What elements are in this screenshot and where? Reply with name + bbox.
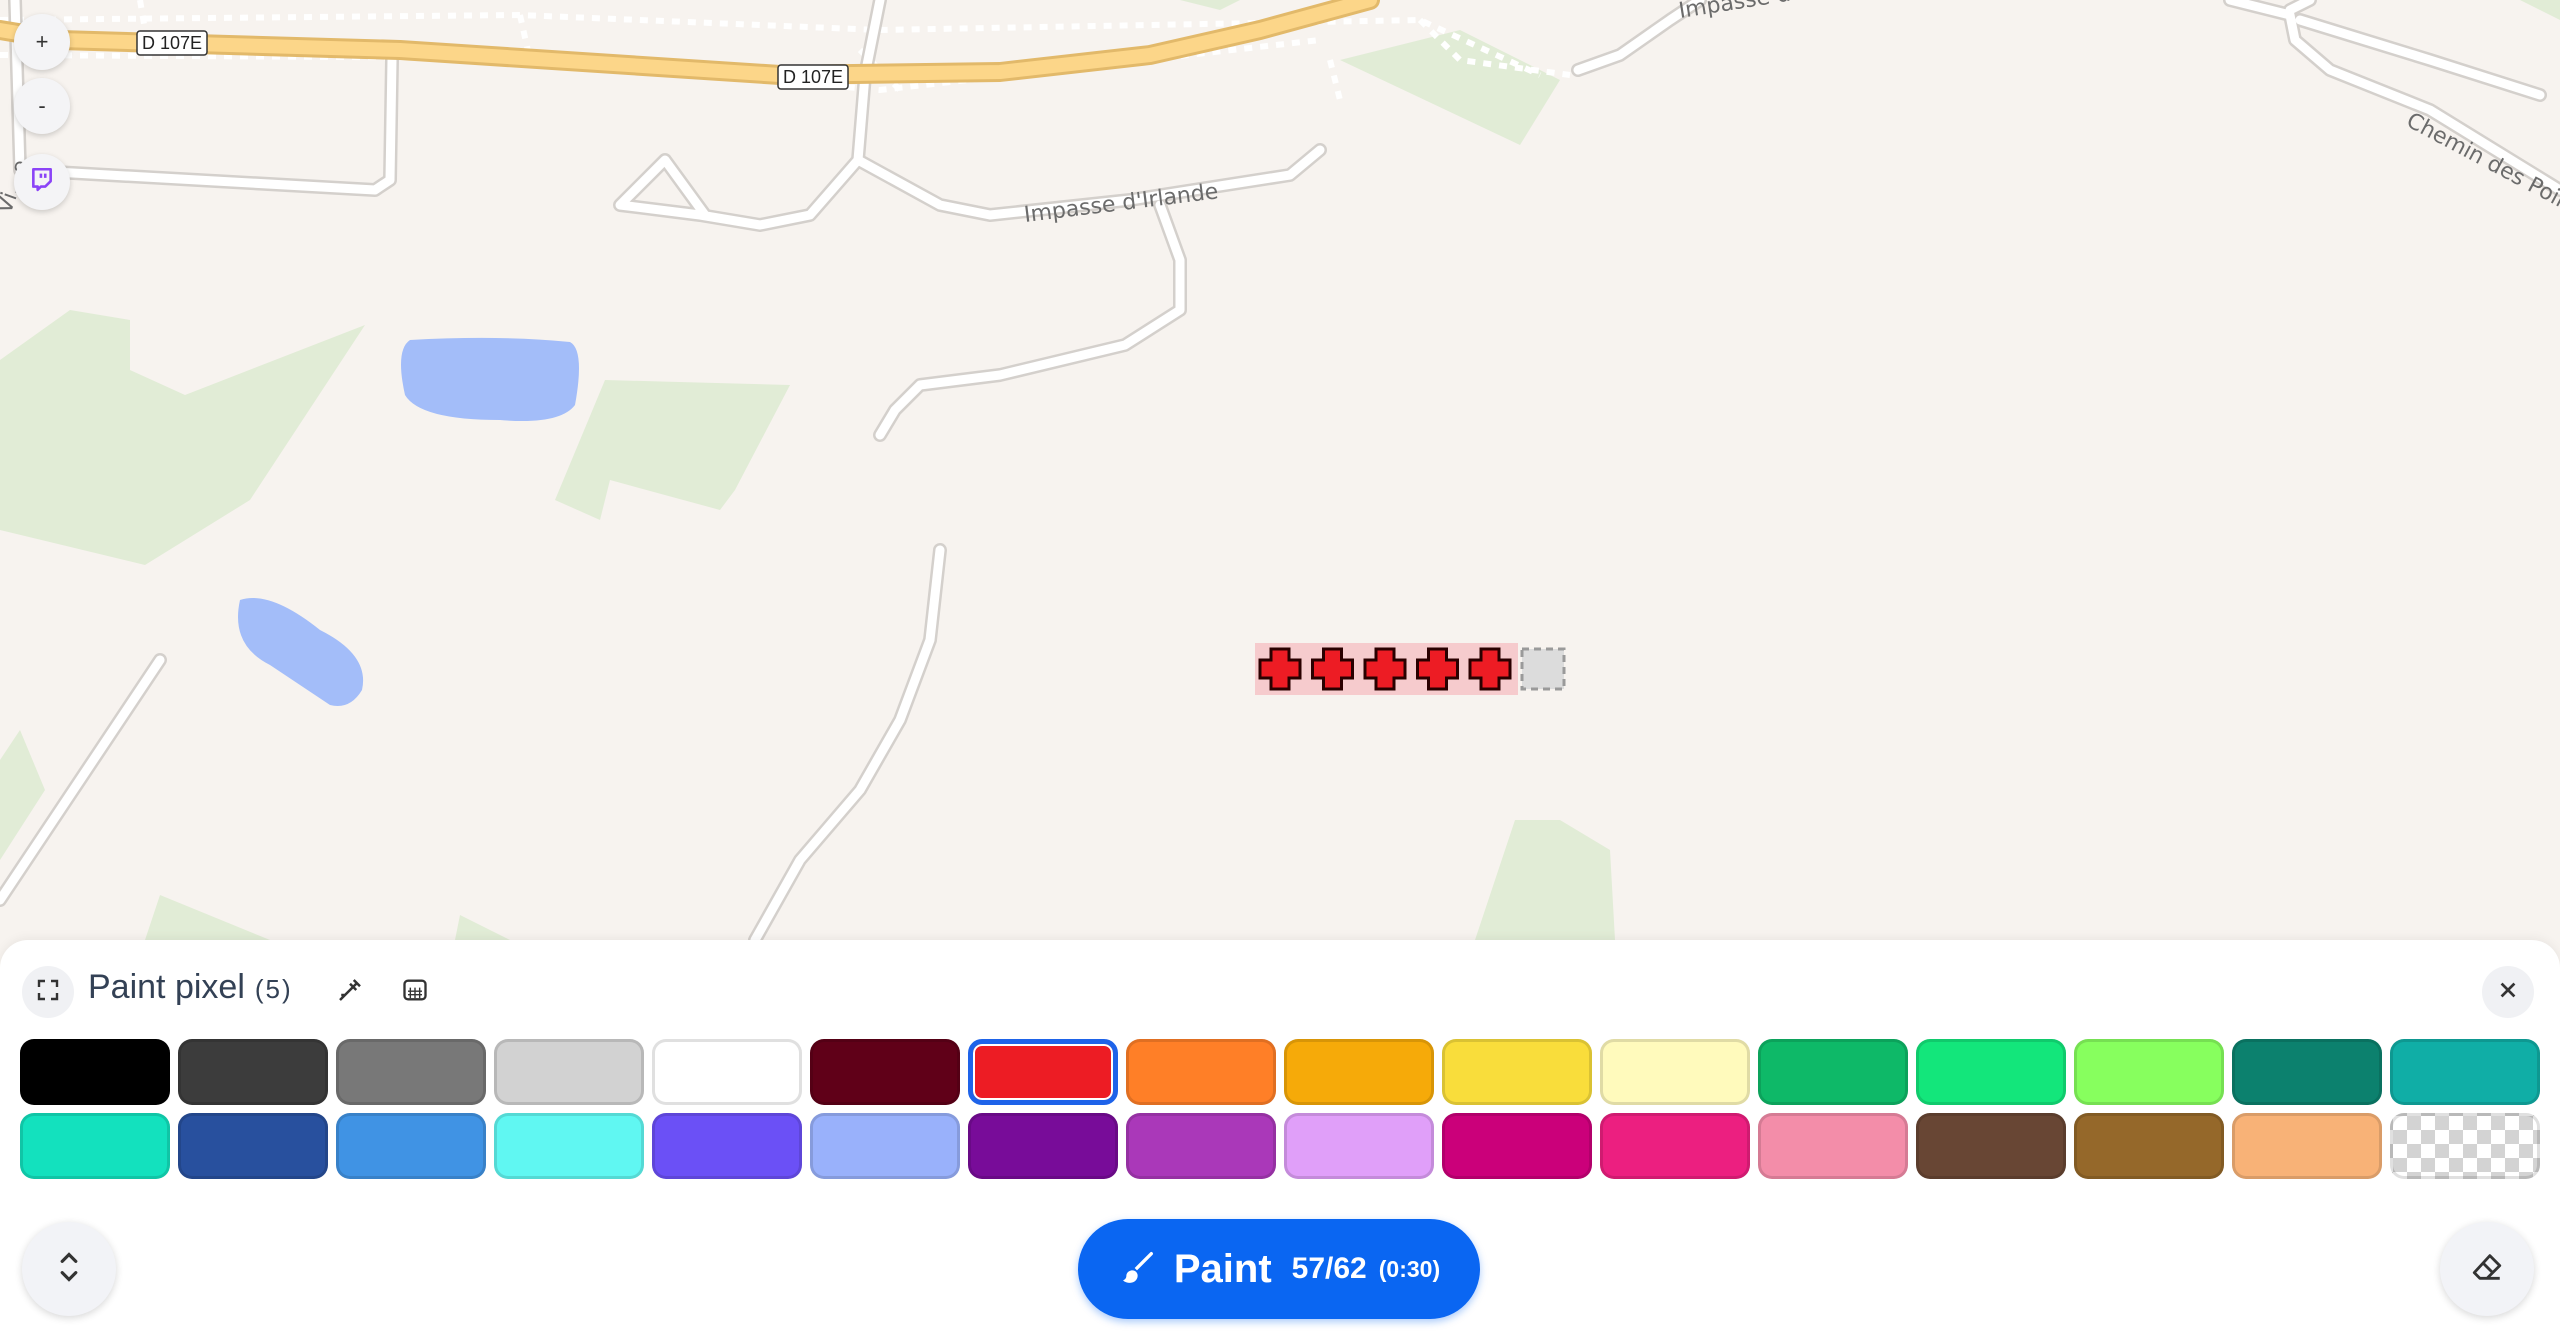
expand-button[interactable] xyxy=(22,966,74,1018)
twitch-button[interactable] xyxy=(14,154,70,210)
template-icon xyxy=(401,976,429,1009)
painted-pixels xyxy=(1255,643,1566,695)
eraser-icon xyxy=(2470,1250,2504,1289)
panel-title-text: Paint pixel xyxy=(88,968,245,1006)
color-swatch-light-teal[interactable] xyxy=(20,1113,170,1179)
color-swatch-beige[interactable] xyxy=(2232,1113,2382,1179)
map-layer[interactable]: Impasse d'Irlande Impasse du Luxe Chemin… xyxy=(0,0,2560,940)
color-swatch-dark-gray[interactable] xyxy=(178,1039,328,1105)
color-swatch-light-green[interactable] xyxy=(2074,1039,2224,1105)
color-swatch-deep-red[interactable] xyxy=(810,1039,960,1105)
color-swatch-light-gray[interactable] xyxy=(494,1039,644,1105)
brush-icon xyxy=(1118,1247,1158,1292)
color-swatch-indigo[interactable] xyxy=(652,1113,802,1179)
color-swatch-red[interactable] xyxy=(968,1039,1118,1105)
color-swatch-white[interactable] xyxy=(652,1039,802,1105)
color-swatch-dark-teal[interactable] xyxy=(2232,1039,2382,1105)
color-swatch-light-yellow[interactable] xyxy=(1600,1039,1750,1105)
zoom-out-button[interactable]: - xyxy=(14,78,70,134)
color-swatch-transparent[interactable] xyxy=(2390,1113,2540,1179)
color-swatch-dark-purple[interactable] xyxy=(968,1113,1118,1179)
color-swatch-light-indigo[interactable] xyxy=(810,1113,960,1179)
color-swatch-pink[interactable] xyxy=(1600,1113,1750,1179)
color-swatch-brown[interactable] xyxy=(2074,1113,2224,1179)
color-swatch-black[interactable] xyxy=(20,1039,170,1105)
color-swatch-dark-blue[interactable] xyxy=(178,1113,328,1179)
color-swatch-green[interactable] xyxy=(1916,1039,2066,1105)
route-shield: D 107E xyxy=(136,30,208,56)
color-swatch-purple[interactable] xyxy=(1126,1113,1276,1179)
color-swatch-gold[interactable] xyxy=(1284,1039,1434,1105)
svg-text:D 107E: D 107E xyxy=(783,67,843,87)
color-swatch-light-pink[interactable] xyxy=(1758,1113,1908,1179)
color-swatch-dark-green[interactable] xyxy=(1758,1039,1908,1105)
pixel-count: (5) xyxy=(254,974,293,1004)
color-swatch-yellow[interactable] xyxy=(1442,1039,1592,1105)
chevron-up-down-icon xyxy=(55,1250,83,1289)
color-swatch-dark-brown[interactable] xyxy=(1916,1113,2066,1179)
eyedropper-button[interactable] xyxy=(330,972,370,1012)
color-swatch-orange[interactable] xyxy=(1126,1039,1276,1105)
route-shield: D 107E xyxy=(777,64,849,90)
color-swatch-dark-pink[interactable] xyxy=(1442,1113,1592,1179)
twitch-icon xyxy=(29,166,55,198)
svg-text:D 107E: D 107E xyxy=(142,33,202,53)
pending-pixel-slot[interactable] xyxy=(1520,647,1566,691)
zoom-out-label: - xyxy=(38,93,46,118)
zoom-in-label: + xyxy=(35,29,49,54)
color-swatch-blue[interactable] xyxy=(336,1113,486,1179)
collapse-button[interactable] xyxy=(22,1222,116,1316)
close-button[interactable] xyxy=(2482,966,2534,1018)
expand-icon xyxy=(36,978,60,1007)
color-swatch-gray[interactable] xyxy=(336,1039,486,1105)
color-palette xyxy=(20,1039,2542,1179)
panel-title: Paint pixel (5) xyxy=(88,968,293,1007)
zoom-in-button[interactable]: + xyxy=(14,14,70,70)
paint-timer: (0:30) xyxy=(1378,1255,1441,1282)
eyedropper-icon xyxy=(335,975,365,1010)
template-button[interactable] xyxy=(395,972,435,1012)
color-swatch-light-purple[interactable] xyxy=(1284,1113,1434,1179)
eraser-button[interactable] xyxy=(2440,1222,2534,1316)
color-swatch-teal[interactable] xyxy=(2390,1039,2540,1105)
paint-button-label: Paint xyxy=(1173,1246,1272,1291)
paint-charges: 57/62 xyxy=(1291,1252,1367,1285)
close-icon xyxy=(2497,979,2519,1006)
color-swatch-cyan[interactable] xyxy=(494,1113,644,1179)
paint-button[interactable]: Paint 57/62 (0:30) xyxy=(1078,1219,1480,1319)
